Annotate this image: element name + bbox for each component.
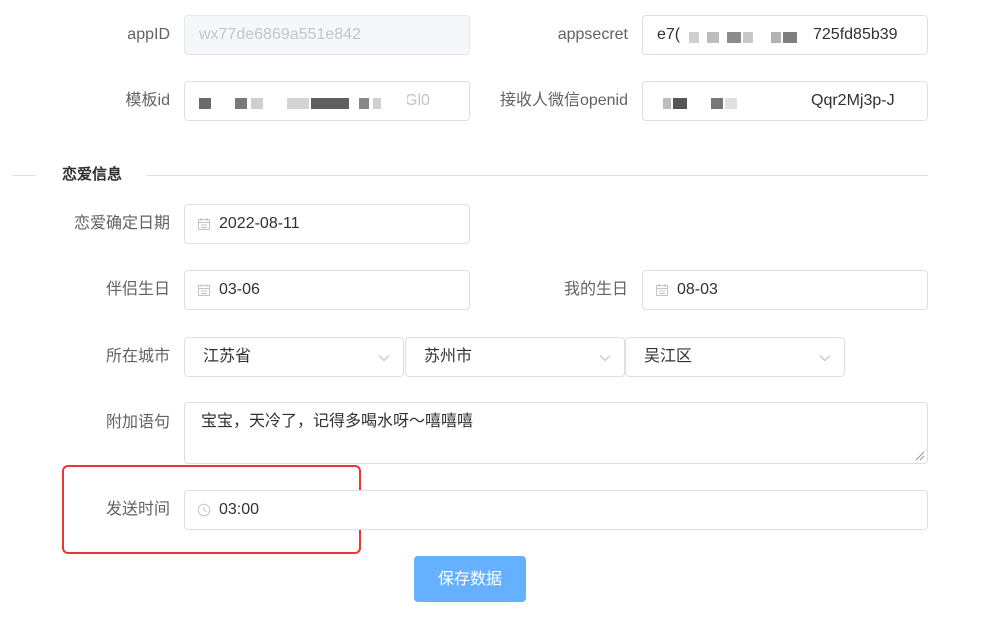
- partner-birthday-value: 03-06: [219, 281, 260, 298]
- send-time-picker[interactable]: 03:00: [184, 490, 928, 530]
- province-select[interactable]: 江苏省: [184, 337, 404, 377]
- clock-icon: [197, 503, 211, 517]
- appsecret-value-end: 725fd85b39: [813, 26, 898, 43]
- chevron-down-icon: [819, 355, 831, 362]
- appsecret-redaction: [683, 18, 811, 52]
- openid-input[interactable]: Qqr2Mj3p-J: [642, 81, 928, 121]
- partner-birthday-picker[interactable]: 03-06: [184, 270, 470, 310]
- openid-redaction: [645, 84, 807, 118]
- send-time-label: 发送时间: [105, 501, 170, 518]
- openid-label: 接收人微信openid: [499, 92, 628, 109]
- appsecret-value-start: e7(: [657, 26, 681, 43]
- openid-value-end: Qqr2Mj3p-J: [811, 92, 895, 109]
- template-id-redaction: [187, 84, 407, 118]
- partner-birthday-label: 伴侣生日: [105, 281, 170, 298]
- love-date-label: 恋爱确定日期: [73, 215, 170, 232]
- template-id-label: 模板id: [125, 92, 170, 109]
- section-divider-left: [12, 175, 36, 176]
- province-value: 江苏省: [203, 348, 252, 365]
- template-id-input[interactable]: Gl0: [184, 81, 470, 121]
- my-birthday-picker[interactable]: 08-03: [642, 270, 928, 310]
- extra-sentence-label: 附加语句: [105, 414, 170, 431]
- resize-grip-icon[interactable]: [915, 451, 925, 461]
- calendar-icon: [656, 284, 668, 296]
- appsecret-input[interactable]: e7( 725fd85b39: [642, 15, 928, 55]
- calendar-icon: [198, 284, 210, 296]
- district-select[interactable]: 吴江区: [625, 337, 845, 377]
- my-birthday-label: 我的生日: [563, 281, 628, 298]
- appsecret-label: appsecret: [557, 26, 628, 43]
- city-label: 所在城市: [105, 348, 170, 365]
- extra-sentence-textarea[interactable]: 宝宝，天冷了，记得多喝水呀～嘻嘻嘻: [184, 402, 928, 464]
- city-select[interactable]: 苏州市: [405, 337, 625, 377]
- city-value: 苏州市: [424, 348, 473, 365]
- save-data-button[interactable]: 保存数据: [414, 556, 526, 602]
- appid-label: appID: [127, 26, 170, 43]
- my-birthday-value: 08-03: [677, 281, 718, 298]
- section-title: 恋爱信息: [60, 165, 125, 185]
- love-date-value: 2022-08-11: [219, 215, 300, 232]
- section-divider-right: [146, 175, 928, 176]
- chevron-down-icon: [378, 355, 390, 362]
- appid-input[interactable]: wx77de6869a551e842: [184, 15, 470, 55]
- template-id-value-end: Gl0: [405, 92, 430, 109]
- love-date-picker[interactable]: 2022-08-11: [184, 204, 470, 244]
- send-time-value: 03:00: [219, 501, 260, 518]
- district-value: 吴江区: [644, 348, 693, 365]
- calendar-icon: [198, 218, 210, 230]
- extra-sentence-value: 宝宝，天冷了，记得多喝水呀～嘻嘻嘻: [201, 413, 474, 430]
- chevron-down-icon: [599, 355, 611, 362]
